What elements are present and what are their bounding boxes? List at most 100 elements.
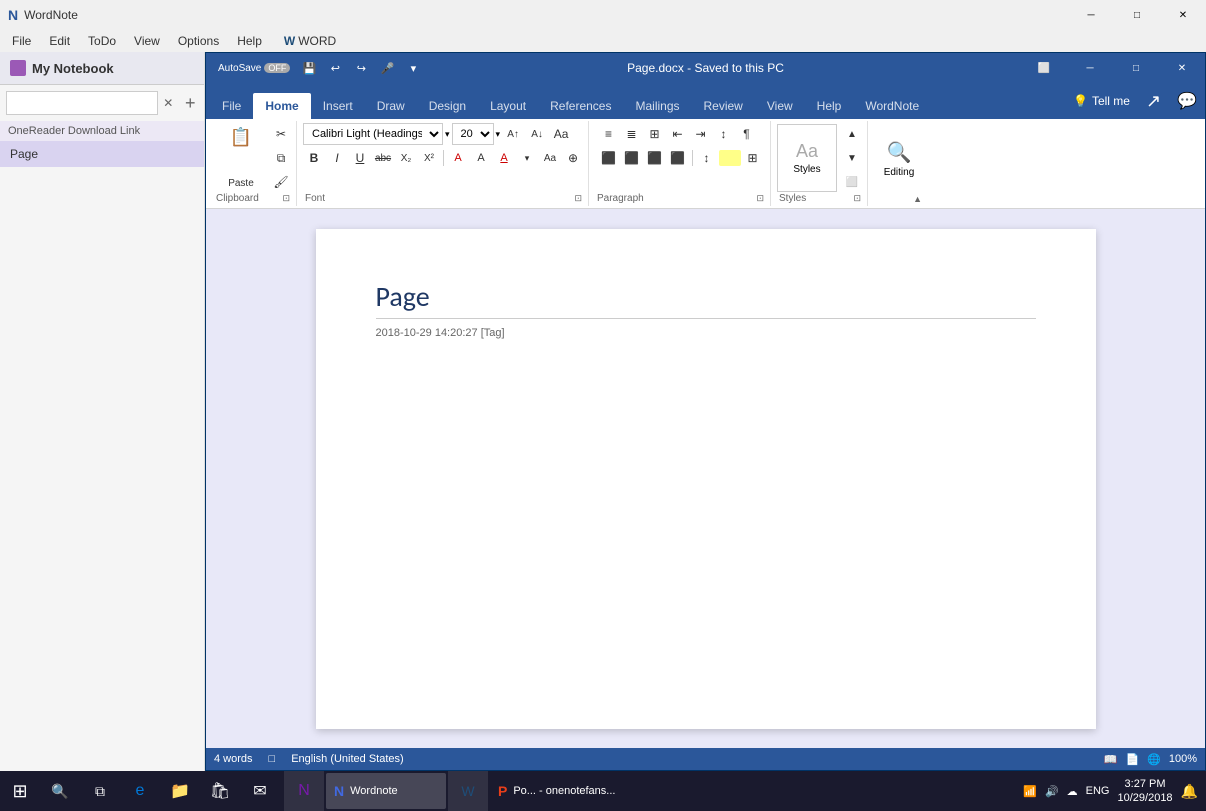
onedrive-icon[interactable]: ☁ [1067,785,1078,798]
tab-help[interactable]: Help [805,93,854,119]
edge-browser[interactable]: e [120,771,160,811]
redo-button[interactable]: ↪ [350,57,372,79]
superscript-button[interactable]: X² [418,147,440,169]
tab-layout[interactable]: Layout [478,93,538,119]
close-button[interactable]: ✕ [1160,0,1206,30]
font-size-dec[interactable]: A↓ [526,123,548,145]
read-mode-icon[interactable]: 📖 [1104,753,1118,766]
font-size-inc[interactable]: A↑ [502,123,524,145]
word-ribbon-toggle[interactable]: ⬜ [1021,53,1067,83]
tab-references[interactable]: References [538,93,623,119]
tab-draw[interactable]: Draw [365,93,417,119]
start-button[interactable]: ⊞ [0,771,40,811]
tab-file[interactable]: File [210,93,253,119]
strikethrough-button[interactable]: abc [372,147,394,169]
tab-view[interactable]: View [755,93,805,119]
undo-button[interactable]: ↩ [324,57,346,79]
save-button[interactable]: 💾 [298,57,320,79]
font-color-button[interactable]: A [493,147,515,169]
styles-scroll-up[interactable]: ▲ [841,123,863,145]
menu-file[interactable]: File [4,32,39,50]
word-close-button[interactable]: ✕ [1159,53,1205,83]
shading-button[interactable] [719,150,741,166]
onenote-icon[interactable]: N [284,771,324,811]
word-taskbar-icon[interactable]: W [448,771,488,811]
styles-scroll-down[interactable]: ▼ [841,147,863,169]
task-view-button[interactable]: ⧉ [80,771,120,811]
word-minimize-button[interactable]: ─ [1067,53,1113,83]
decrease-indent[interactable]: ⇤ [667,123,689,145]
clock[interactable]: 3:27 PM 10/29/2018 [1118,777,1173,806]
tab-mailings[interactable]: Mailings [623,93,691,119]
copy-button[interactable]: ⧉ [270,147,292,169]
menu-help[interactable]: Help [229,32,270,50]
align-right[interactable]: ⬛ [644,147,666,169]
clear-search-button[interactable]: ✕ [162,95,174,111]
maximize-button[interactable]: □ [1114,0,1160,30]
subscript-button[interactable]: X₂ [395,147,417,169]
comments-button[interactable]: 💬 [1169,87,1205,115]
line-spacing[interactable]: ↕ [696,147,718,169]
multilevel-list-button[interactable]: ⊞ [644,123,666,145]
paste-button[interactable]: 📋 Paste [214,123,268,193]
volume-icon[interactable]: 🔊 [1045,785,1059,798]
bullets-button[interactable]: ≡ [598,123,620,145]
document-content[interactable]: Page 2018-10-29 14:20:27 [Tag] [206,209,1205,748]
more-qa[interactable]: ▾ [402,57,424,79]
format-painter-button[interactable]: 🖌 [270,171,292,193]
tab-home[interactable]: Home [253,93,310,119]
font-expand-icon[interactable]: ⊡ [574,193,582,204]
print-layout-icon[interactable]: 📄 [1125,753,1139,766]
tab-insert[interactable]: Insert [311,93,365,119]
paragraph-expand-icon[interactable]: ⊡ [756,193,764,204]
document-title[interactable]: Page [376,279,1036,319]
notebook-header[interactable]: My Notebook [0,52,204,85]
font-size-selector[interactable]: 20 [452,123,494,145]
styles-expand-icon[interactable]: ⊡ [853,193,861,204]
search-taskbar[interactable]: 🔍 [40,771,80,811]
microsoft-store[interactable]: 🛍 [200,771,240,811]
word-maximize-button[interactable]: □ [1113,53,1159,83]
menu-view[interactable]: View [126,32,168,50]
italic-button[interactable]: I [326,147,348,169]
bold-button[interactable]: B [303,147,325,169]
styles-button[interactable]: Aa Styles [777,124,837,192]
increase-indent[interactable]: ⇥ [690,123,712,145]
menu-options[interactable]: Options [170,32,227,50]
wordnote-taskbar-app[interactable]: N Wordnote [326,773,446,809]
language-selector[interactable]: English (United States) [291,753,404,765]
web-layout-icon[interactable]: 🌐 [1147,753,1161,766]
styles-more[interactable]: ⬜ [841,171,863,193]
sort-button[interactable]: ↕ [713,123,735,145]
mail-icon[interactable]: ✉ [240,771,280,811]
cut-button[interactable]: ✂ [270,123,292,145]
character-shading-button[interactable]: ⊕ [562,147,584,169]
change-case-button[interactable]: Aa [539,147,561,169]
menu-edit[interactable]: Edit [41,32,78,50]
editing-expand-icon[interactable]: ▲ [913,194,922,204]
onenote-taskbar-app[interactable]: P Po... - onenotefans... [490,773,623,809]
notification-button[interactable]: 🔔 [1181,783,1198,800]
clear-format-button[interactable]: Aa [550,123,572,145]
underline-button[interactable]: U [349,147,371,169]
justify[interactable]: ⬛ [667,147,689,169]
text-effects-button[interactable]: A [447,147,469,169]
network-icon[interactable]: 📶 [1023,785,1037,798]
tell-me-button[interactable]: 💡 Tell me [1065,90,1138,112]
highlight-color-button[interactable]: A [470,147,492,169]
page-section-onereader[interactable]: OneReader Download Link [0,121,204,141]
align-center[interactable]: ⬛ [621,147,643,169]
font-name-selector[interactable]: Calibri Light (Headings) [303,123,443,145]
numbering-button[interactable]: ≣ [621,123,643,145]
font-color-expand[interactable]: ▾ [516,147,538,169]
editing-button[interactable]: 🔍 Editing [874,125,924,193]
page-item-page[interactable]: Page [0,141,204,167]
align-left[interactable]: ⬛ [598,147,620,169]
search-input[interactable] [6,91,158,115]
borders-button[interactable]: ⊞ [742,147,764,169]
customize-qa[interactable]: 🎤 [376,57,398,79]
file-explorer[interactable]: 📁 [160,771,200,811]
clipboard-expand-icon[interactable]: ⊡ [282,193,290,204]
add-page-button[interactable]: + [182,93,198,113]
autosave-toggle[interactable]: AutoSave OFF [214,57,294,79]
